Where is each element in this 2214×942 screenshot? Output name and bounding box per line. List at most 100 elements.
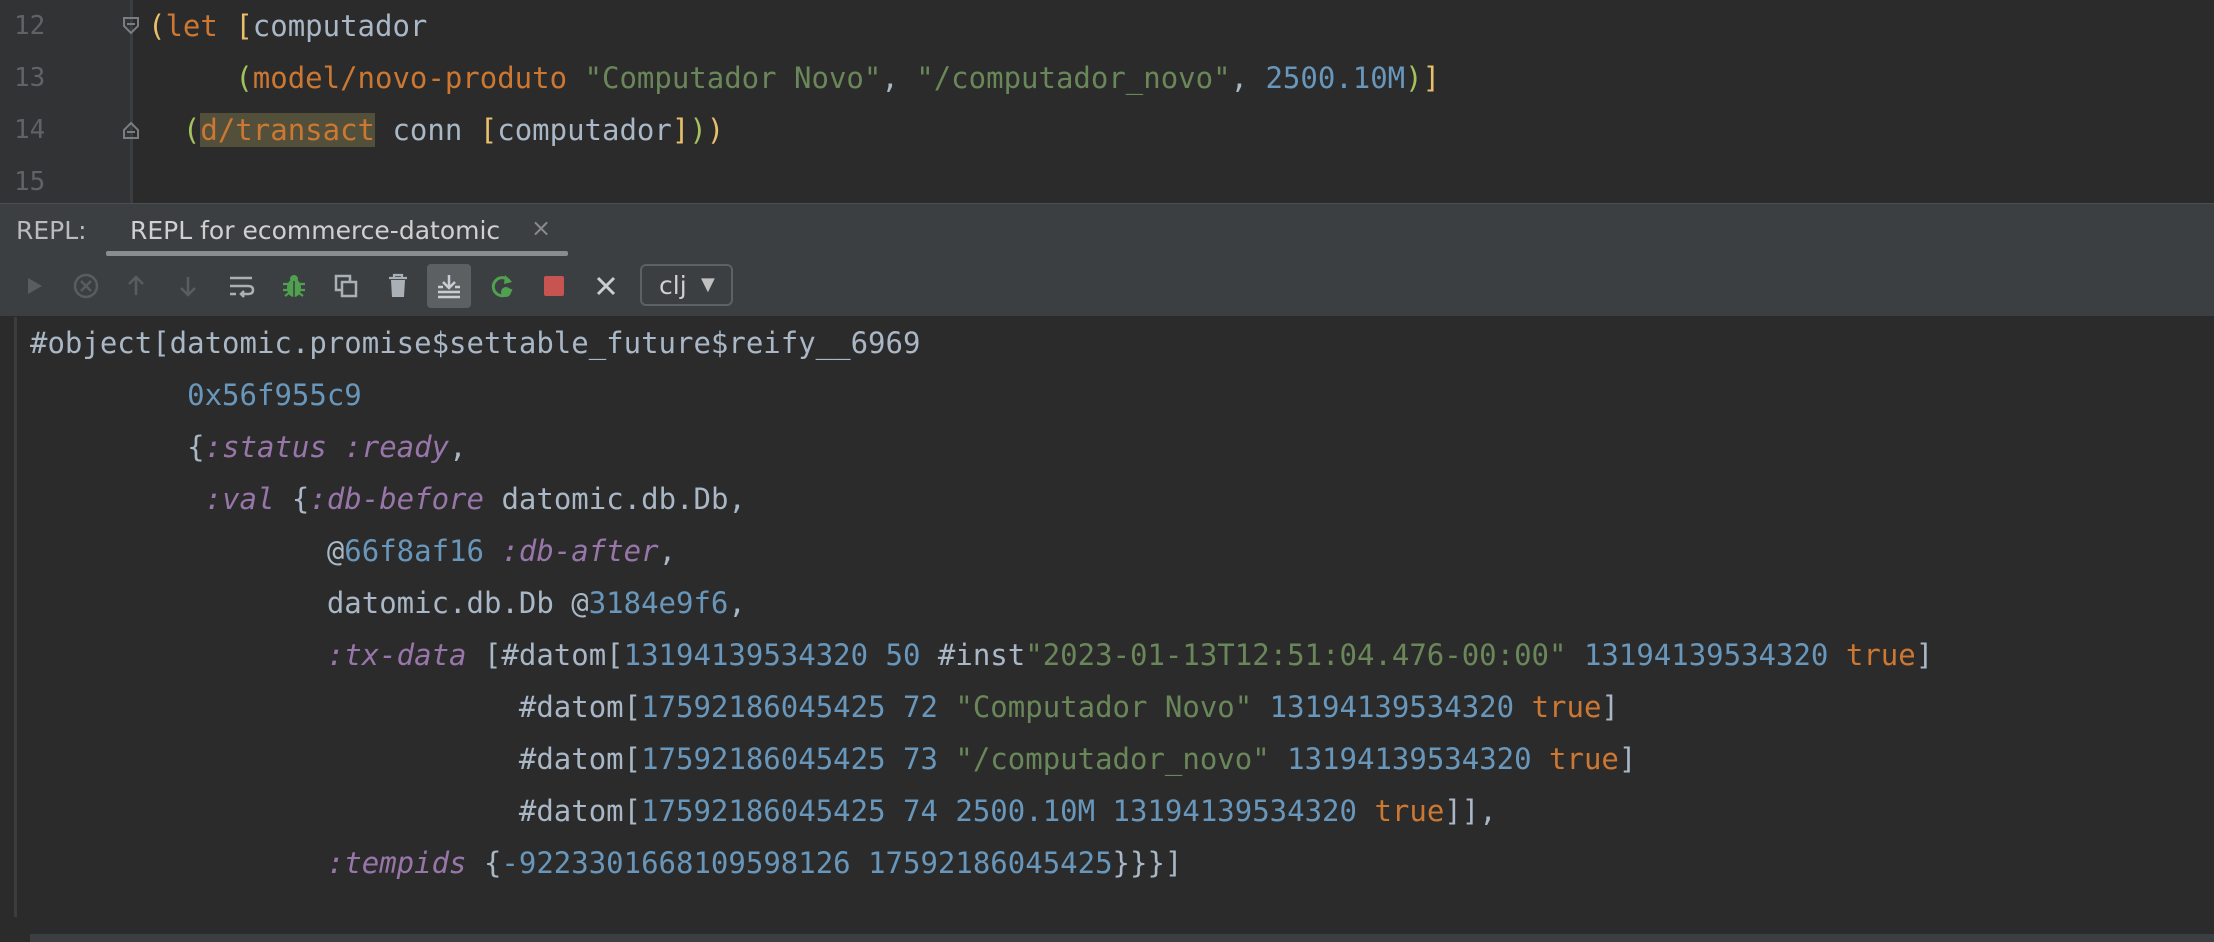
namespace-select[interactable]: clj ▼ <box>640 264 733 306</box>
line-number: 13 <box>14 63 46 93</box>
code-token: 13194139534320 <box>623 638 869 672</box>
code-token: 17592186045425 <box>641 742 886 776</box>
chevron-down-icon: ▼ <box>701 274 715 295</box>
output-line: :tempids {-9223301668109598126 175921860… <box>30 837 1183 889</box>
code-token: :status <box>204 430 327 464</box>
code-token: ( <box>182 113 201 147</box>
code-token: { <box>466 846 502 880</box>
soft-wrap-icon[interactable] <box>220 264 264 308</box>
repl-output[interactable]: #object[datomic.promise$settable_future$… <box>0 317 2214 942</box>
code-token: 2500.10M <box>955 794 1096 828</box>
code-token: ]], <box>1444 794 1497 828</box>
code-token: datomic.db.Db @ <box>326 586 589 620</box>
output-line: datomic.db.Db @3184e9f6, <box>30 577 746 629</box>
line-number: 14 <box>14 115 46 145</box>
code-token: true <box>1549 742 1619 776</box>
code-token: , <box>728 586 746 620</box>
fold-end-icon[interactable] <box>122 120 140 140</box>
code-token: 13194139534320 <box>1269 690 1515 724</box>
namespace-select-value: clj <box>659 271 687 300</box>
code-token: ] <box>1618 742 1637 776</box>
stop-icon[interactable] <box>532 264 576 308</box>
code-token: , <box>881 61 917 95</box>
code-token: ( <box>148 9 166 43</box>
code-token: #object[datomic.promise$settable_future$… <box>30 326 921 360</box>
close-icon[interactable] <box>584 264 628 308</box>
code-token: { <box>274 482 310 516</box>
output-line: @66f8af16 :db-after, <box>30 525 676 577</box>
code-token: 72 <box>903 690 938 724</box>
code-token: #datom[ <box>518 794 642 828</box>
code-token: d/transact <box>200 113 375 147</box>
code-token: let <box>165 9 218 43</box>
code-editor[interactable]: 12 13 14 15 (let [computador (model/novo… <box>0 0 2214 203</box>
code-token: "2023-01-13T12:51:04.476-00:00" <box>1025 638 1567 672</box>
code-token: computador <box>252 9 428 43</box>
output-line: #object[datomic.promise$settable_future$… <box>30 317 920 369</box>
code-token: @ <box>326 534 345 568</box>
code-token: [ <box>235 9 253 43</box>
code-token: #inst <box>920 638 1026 672</box>
code-token: 13194139534320 <box>1287 742 1532 776</box>
line-number: 15 <box>14 167 46 197</box>
output-line: :val {:db-before datomic.db.Db, <box>30 473 746 525</box>
tab-title: REPL for ecommerce-datomic <box>130 216 501 245</box>
code-token: 50 <box>885 638 921 672</box>
code-token: :ready <box>344 430 450 464</box>
code-token: , <box>449 430 467 464</box>
clear-icon[interactable] <box>376 264 420 308</box>
code-token: 66f8af16 <box>344 534 484 568</box>
repl-label: REPL: <box>16 216 87 245</box>
code-token: model/novo-produto <box>252 61 568 95</box>
interrupt-icon[interactable] <box>64 264 108 308</box>
code-token: }}}] <box>1112 846 1183 880</box>
output-left-border <box>14 317 17 917</box>
code-token: "/computador_novo" <box>955 742 1270 776</box>
code-token: ] <box>1915 638 1934 672</box>
history-down-icon[interactable] <box>166 264 210 308</box>
horizontal-scrollbar[interactable] <box>30 934 2214 942</box>
tab-close-icon[interactable]: × <box>531 214 551 242</box>
output-line: {:status :ready, <box>30 421 467 473</box>
code-token: , <box>658 534 677 568</box>
copy-icon[interactable] <box>324 264 368 308</box>
code-token: ) <box>706 113 725 147</box>
repl-toolbar: clj ▼ <box>0 256 2214 317</box>
code-token: #datom[ <box>518 742 642 776</box>
history-up-icon[interactable] <box>114 264 158 308</box>
code-token: 74 <box>903 794 938 828</box>
run-icon[interactable] <box>12 264 56 308</box>
fold-start-icon[interactable] <box>122 16 140 36</box>
code-token: 2500.10M <box>1265 61 1406 95</box>
tab-repl-ecommerce-datomic[interactable]: REPL for ecommerce-datomic × <box>106 204 568 256</box>
code-token: :val <box>204 482 275 516</box>
code-token: 13194139534320 <box>1112 794 1357 828</box>
code-token: "/computador_novo" <box>916 61 1231 95</box>
reload-icon[interactable] <box>480 264 524 308</box>
code-token: { <box>187 430 205 464</box>
code-token: true <box>1531 690 1602 724</box>
scroll-to-end-icon[interactable] <box>427 264 471 308</box>
debug-icon[interactable] <box>272 264 316 308</box>
code-token: [ <box>479 113 498 147</box>
code-token: 17592186045425 <box>868 846 1113 880</box>
code-token: ] <box>1422 61 1441 95</box>
output-line: #datom[17592186045425 74 2500.10M 131941… <box>30 785 1497 837</box>
